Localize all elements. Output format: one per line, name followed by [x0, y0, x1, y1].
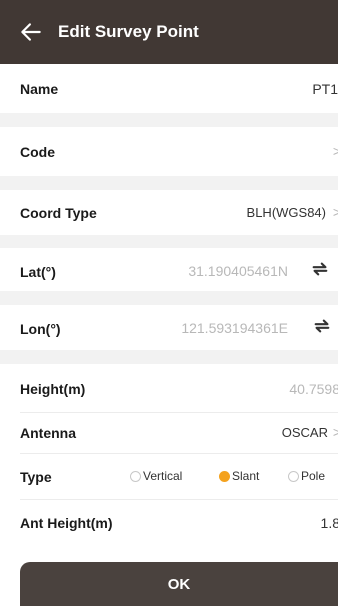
chevron-right-icon: > — [332, 424, 338, 440]
name-row[interactable]: Name PT1 — [0, 64, 338, 113]
ant-height-value: 1.8 — [320, 515, 338, 531]
swap-icon[interactable] — [311, 261, 329, 277]
section-gap — [0, 546, 338, 562]
antenna-value: OSCAR — [281, 425, 328, 440]
lat-label: Lat(°) — [20, 264, 56, 280]
chevron-right-icon: > — [332, 204, 338, 220]
coord-type-row[interactable]: Coord Type BLH(WGS84) > — [0, 190, 338, 235]
section-gap — [0, 291, 338, 305]
lon-value: 121.593194361E — [181, 320, 288, 336]
coord-type-label: Coord Type — [20, 205, 97, 221]
section-gap — [0, 350, 338, 364]
radio-pole[interactable]: Pole — [288, 469, 325, 483]
ant-height-label: Ant Height(m) — [20, 515, 113, 531]
height-row[interactable]: Height(m) 40.7598 — [0, 364, 338, 412]
chevron-right-icon: > — [332, 143, 338, 159]
lat-value: 31.190405461N — [188, 263, 288, 279]
ant-height-row[interactable]: Ant Height(m) 1.8 — [0, 500, 338, 546]
type-label: Type — [20, 469, 52, 485]
ok-button[interactable]: OK — [20, 562, 338, 606]
lon-row[interactable]: Lon(°) 121.593194361E — [0, 305, 338, 350]
radio-unchecked-icon — [288, 470, 299, 482]
lat-row[interactable]: Lat(°) 31.190405461N — [0, 248, 338, 291]
radio-pole-label: Pole — [301, 469, 326, 483]
antenna-label: Antenna — [20, 425, 76, 441]
app-bar: Edit Survey Point — [0, 0, 338, 64]
antenna-row[interactable]: Antenna OSCAR > — [0, 413, 338, 453]
radio-unchecked-icon — [130, 470, 141, 482]
name-value: PT1 — [312, 81, 338, 97]
swap-icon[interactable] — [313, 318, 331, 334]
name-label: Name — [20, 81, 59, 97]
radio-vertical-label: Vertical — [143, 469, 183, 483]
height-value: 40.7598 — [289, 381, 338, 397]
lon-label: Lon(°) — [20, 321, 61, 337]
radio-checked-icon — [219, 470, 230, 482]
section-gap — [0, 176, 338, 190]
radio-slant[interactable]: Slant — [219, 469, 259, 483]
code-label: Code — [20, 144, 55, 160]
height-label: Height(m) — [20, 381, 86, 397]
code-row[interactable]: Code > — [0, 127, 338, 176]
section-gap — [0, 235, 338, 248]
type-row: Type Vertical Slant Pole — [0, 454, 338, 499]
page-title: Edit Survey Point — [58, 22, 199, 41]
radio-slant-label: Slant — [232, 469, 260, 483]
coord-type-value: BLH(WGS84) — [246, 205, 326, 220]
section-gap — [0, 113, 338, 127]
radio-vertical[interactable]: Vertical — [130, 469, 182, 483]
back-arrow-icon[interactable] — [18, 19, 44, 45]
